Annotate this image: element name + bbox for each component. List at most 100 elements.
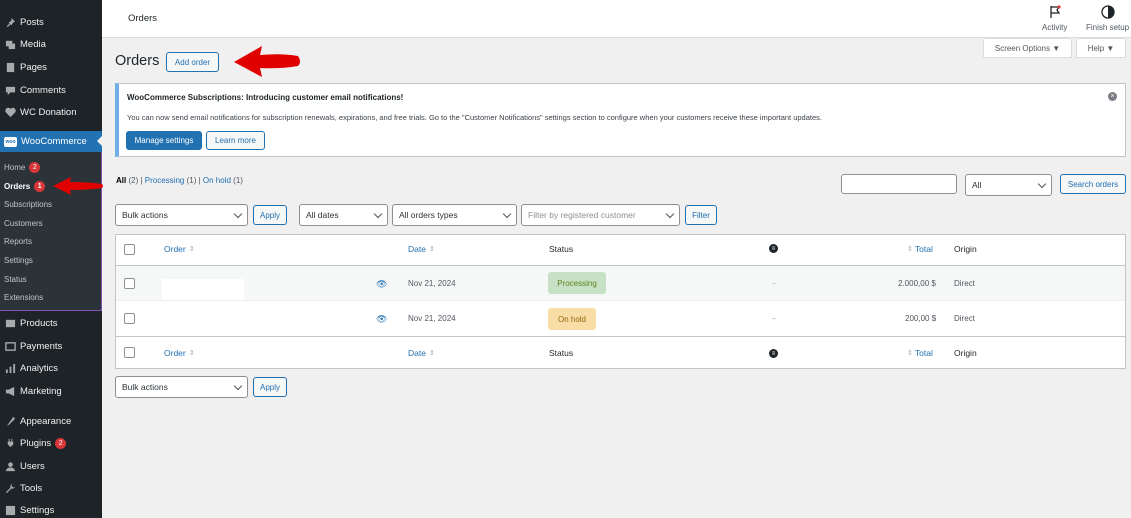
sidebar-item-payments[interactable]: Payments bbox=[0, 336, 102, 356]
sidebar-item-marketing[interactable]: Marketing bbox=[0, 381, 102, 401]
row-checkbox[interactable] bbox=[124, 313, 135, 324]
apply-button[interactable]: Apply bbox=[253, 205, 287, 225]
payments-icon bbox=[4, 340, 16, 352]
order-total: 2.000,00 $ bbox=[898, 279, 936, 288]
apply-button-bottom[interactable]: Apply bbox=[253, 377, 287, 397]
sidebar-item-plugins[interactable]: Plugins 2 bbox=[0, 433, 102, 453]
appearance-icon bbox=[4, 415, 16, 427]
admin-sidebar: Posts Media Pages Comments WC Donation w… bbox=[0, 0, 102, 518]
sidebar-item-analytics[interactable]: Analytics bbox=[0, 358, 102, 378]
sort-icon: ⇕ bbox=[188, 246, 195, 253]
chevron-down-icon bbox=[233, 209, 243, 219]
submenu-home[interactable]: Home 2 bbox=[4, 160, 41, 174]
notification-badge: 1 bbox=[34, 180, 46, 192]
chevron-down-icon bbox=[665, 209, 675, 219]
table-row[interactable]: 👁 Nov 21, 2024 On hold – 200,00 $ Direct bbox=[116, 301, 1125, 337]
add-order-button[interactable]: Add order bbox=[166, 52, 219, 72]
sidebar-item-tools[interactable]: Tools bbox=[0, 478, 102, 498]
order-origin: Direct bbox=[954, 279, 975, 288]
submenu-customers[interactable]: Customers bbox=[4, 216, 43, 230]
orders-table: Order ⇕ Date ⇕ Status ≡ ⇕ Total Origin 👁 No… bbox=[115, 234, 1126, 369]
media-icon bbox=[4, 38, 16, 50]
origin-column-header: Origin bbox=[954, 244, 977, 254]
analytics-icon bbox=[4, 362, 16, 374]
billing-value: – bbox=[772, 314, 777, 323]
order-total: 200,00 $ bbox=[905, 314, 937, 323]
filter-processing-link[interactable]: Processing bbox=[145, 176, 185, 185]
products-icon bbox=[4, 317, 16, 329]
sort-icon: ⇕ bbox=[188, 350, 195, 357]
customer-filter-select[interactable]: Filter by registered customer bbox=[521, 204, 680, 226]
screen-options-button[interactable]: Screen Options ▼ bbox=[983, 38, 1072, 58]
order-types-select[interactable]: All orders types bbox=[392, 204, 517, 226]
bulk-actions-select-bottom[interactable]: Bulk actions bbox=[115, 376, 248, 398]
sidebar-item-users[interactable]: Users bbox=[0, 456, 102, 476]
order-date: Nov 21, 2024 bbox=[408, 314, 456, 323]
order-origin: Direct bbox=[954, 314, 975, 323]
status-filter-links: All (2) | Processing (1) | On hold (1) bbox=[116, 176, 243, 185]
order-column-footer[interactable]: Order ⇕ bbox=[164, 348, 195, 358]
help-button[interactable]: Help ▼ bbox=[1076, 38, 1126, 58]
filter-onhold-link[interactable]: On hold bbox=[203, 176, 231, 185]
woocommerce-logo-icon: woo bbox=[4, 136, 17, 147]
date-column-footer[interactable]: Date ⇕ bbox=[408, 348, 435, 358]
marketing-icon bbox=[4, 385, 16, 397]
row-checkbox[interactable] bbox=[124, 278, 135, 289]
submenu-status[interactable]: Status bbox=[4, 272, 27, 286]
flag-icon bbox=[1050, 5, 1061, 18]
subscriptions-notice: WooCommerce Subscriptions: Introducing c… bbox=[115, 83, 1126, 157]
settings-icon bbox=[4, 504, 16, 516]
sort-icon: ⇕ bbox=[428, 246, 435, 253]
select-all-checkbox[interactable] bbox=[124, 244, 135, 255]
sidebar-item-settings[interactable]: Settings bbox=[0, 500, 102, 518]
annotation-arrow bbox=[53, 177, 103, 195]
submenu-extensions[interactable]: Extensions bbox=[4, 290, 43, 304]
table-footer-row: Order ⇕ Date ⇕ Status ≡ ⇕ Total Origin bbox=[116, 337, 1125, 368]
order-date: Nov 21, 2024 bbox=[408, 279, 456, 288]
submenu-subscriptions[interactable]: Subscriptions bbox=[4, 197, 52, 211]
top-bar: Orders Activity Finish setup bbox=[102, 0, 1131, 38]
sidebar-item-wc-donation[interactable]: WC Donation bbox=[0, 102, 102, 122]
chevron-down-icon bbox=[233, 381, 243, 391]
order-name-redacted[interactable] bbox=[162, 279, 244, 300]
page-title: Orders bbox=[115, 53, 160, 69]
filter-button[interactable]: Filter bbox=[685, 205, 717, 225]
sidebar-item-woocommerce[interactable]: woo WooCommerce bbox=[0, 131, 102, 152]
sidebar-item-comments[interactable]: Comments bbox=[0, 80, 102, 100]
dismiss-notice-icon[interactable]: × bbox=[1108, 92, 1117, 101]
sidebar-item-posts[interactable]: Posts bbox=[0, 12, 102, 32]
status-badge-processing: Processing bbox=[548, 272, 606, 294]
search-input[interactable] bbox=[841, 174, 957, 194]
table-row[interactable]: 👁 Nov 21, 2024 Processing – 2.000,00 $ D… bbox=[116, 266, 1125, 301]
order-column-header[interactable]: Order ⇕ bbox=[164, 244, 195, 254]
submenu-reports[interactable]: Reports bbox=[4, 234, 32, 248]
tools-icon bbox=[4, 482, 16, 494]
origin-column-footer: Origin bbox=[954, 348, 977, 358]
sidebar-item-media[interactable]: Media bbox=[0, 34, 102, 54]
sidebar-item-appearance[interactable]: Appearance bbox=[0, 411, 102, 431]
top-bar-title: Orders bbox=[128, 13, 158, 24]
finish-setup-button[interactable]: Finish setup bbox=[1086, 5, 1129, 32]
sidebar-item-products[interactable]: Products bbox=[0, 313, 102, 333]
submenu-settings[interactable]: Settings bbox=[4, 253, 33, 267]
notice-text: You can now send email notifications for… bbox=[127, 113, 822, 122]
learn-more-button[interactable]: Learn more bbox=[206, 131, 265, 150]
date-column-header[interactable]: Date ⇕ bbox=[408, 244, 435, 254]
search-orders-button[interactable]: Search orders bbox=[1060, 174, 1126, 194]
activity-button[interactable]: Activity bbox=[1042, 5, 1067, 32]
preview-eye-icon[interactable]: 👁 bbox=[376, 279, 387, 290]
notification-badge: 2 bbox=[29, 161, 41, 173]
pin-icon bbox=[4, 16, 16, 28]
notification-badge: 2 bbox=[55, 437, 67, 449]
filter-all-link[interactable]: All bbox=[116, 176, 126, 185]
bulk-actions-select[interactable]: Bulk actions bbox=[115, 204, 248, 226]
sidebar-item-pages[interactable]: Pages bbox=[0, 57, 102, 77]
select-all-checkbox[interactable] bbox=[124, 347, 135, 358]
search-status-select[interactable]: All bbox=[965, 174, 1052, 196]
manage-settings-button[interactable]: Manage settings bbox=[126, 131, 202, 150]
preview-eye-icon[interactable]: 👁 bbox=[376, 314, 387, 325]
total-column-footer[interactable]: ⇕ Total bbox=[907, 348, 933, 358]
dates-select[interactable]: All dates bbox=[299, 204, 388, 226]
total-column-header[interactable]: ⇕ Total bbox=[907, 244, 933, 254]
submenu-orders[interactable]: Orders 1 bbox=[4, 179, 46, 193]
